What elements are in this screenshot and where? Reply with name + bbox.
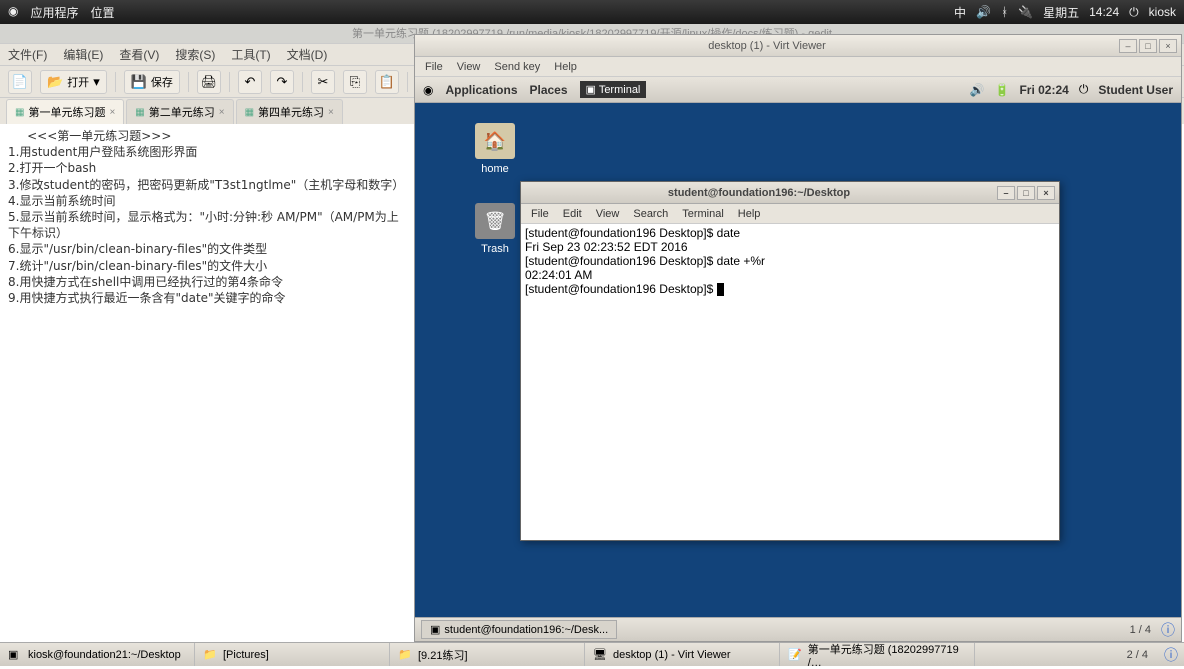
notification-icon[interactable]: ⓘ: [1164, 645, 1178, 665]
virt-menu-help[interactable]: Help: [554, 61, 577, 73]
inner-taskbar: ▣ student@foundation196:~/Desk... 1 / 4 …: [415, 617, 1181, 641]
gnome-foot-icon: ◉: [8, 4, 18, 21]
minimize-button[interactable]: –: [997, 186, 1015, 200]
bluetooth-icon[interactable]: ᚼ: [1001, 5, 1008, 19]
terminal-taskbutton-icon[interactable]: ▣ Terminal: [580, 81, 647, 98]
terminal-window: student@foundation196:~/Desktop – □ × Fi…: [520, 181, 1060, 541]
menu-edit[interactable]: 编辑(E): [63, 46, 103, 63]
task-kiosk-terminal[interactable]: ▣kiosk@foundation21:~/Desktop: [0, 643, 195, 666]
minimize-button[interactable]: –: [1119, 39, 1137, 53]
time-label: 14:24: [1089, 5, 1119, 19]
tab-2[interactable]: ▦第二单元练习×: [126, 99, 233, 124]
term-menu-help[interactable]: Help: [738, 208, 761, 220]
day-label: 星期五: [1043, 4, 1079, 21]
task-virtviewer[interactable]: 🖥desktop (1) - Virt Viewer: [585, 643, 780, 666]
document-icon: ▦: [15, 107, 24, 118]
menu-docs[interactable]: 文档(D): [287, 46, 328, 63]
folder-icon: 🏠: [475, 123, 515, 159]
trash-desktop-icon[interactable]: 🗑 Trash: [465, 203, 525, 255]
trash-icon: 🗑: [475, 203, 515, 239]
virt-viewer-window: desktop (1) - Virt Viewer – □ × File Vie…: [414, 34, 1182, 642]
outer-workspace-indicator[interactable]: 2 / 4: [1117, 649, 1158, 661]
cut-icon[interactable]: ✂: [311, 70, 335, 94]
volume-icon[interactable]: 🔊: [970, 83, 985, 97]
menu-view[interactable]: 查看(V): [119, 46, 159, 63]
inner-time: Fri 02:24: [1019, 83, 1068, 97]
folder-icon: 📁: [203, 648, 217, 662]
terminal-menubar: File Edit View Search Terminal Help: [521, 204, 1059, 224]
volume-icon[interactable]: 🔊: [976, 5, 991, 19]
terminal-titlebar[interactable]: student@foundation196:~/Desktop – □ ×: [521, 182, 1059, 204]
outer-taskbar: ▣kiosk@foundation21:~/Desktop 📁[Pictures…: [0, 642, 1184, 666]
cursor-icon: [717, 283, 724, 296]
virt-menu-view[interactable]: View: [457, 61, 481, 73]
home-desktop-icon[interactable]: 🏠 home: [465, 123, 525, 175]
terminal-title-text: student@foundation196:~/Desktop: [521, 187, 997, 199]
print-icon[interactable]: 🖨: [197, 70, 221, 94]
ime-indicator[interactable]: 中: [954, 4, 966, 21]
network-icon[interactable]: 🔌: [1018, 5, 1033, 19]
terminal-icon: ▣: [8, 648, 22, 662]
open-icon[interactable]: 📂 打开 ▾: [40, 70, 107, 94]
menu-file[interactable]: 文件(F): [8, 46, 47, 63]
inner-task-terminal[interactable]: ▣ student@foundation196:~/Desk...: [421, 620, 617, 639]
notification-icon[interactable]: ⓘ: [1161, 620, 1175, 640]
inner-places-menu[interactable]: Places: [530, 83, 568, 97]
tab-3[interactable]: ▦第四单元练习×: [236, 99, 343, 124]
undo-icon[interactable]: ↶: [238, 70, 262, 94]
maximize-button[interactable]: □: [1017, 186, 1035, 200]
task-921[interactable]: 📁[9.21练习]: [390, 643, 585, 666]
term-menu-view[interactable]: View: [596, 208, 620, 220]
inner-desktop[interactable]: 🏠 home 🗑 Trash student@foundation196:~/D…: [415, 103, 1181, 617]
copy-icon[interactable]: ⎘: [343, 70, 367, 94]
terminal-content[interactable]: [student@foundation196 Desktop]$ date Fr…: [521, 224, 1059, 298]
outer-top-panel: ◉ 应用程序 位置 中 🔊 ᚼ 🔌 星期五 14:24 ⏻ kiosk: [0, 0, 1184, 24]
power-icon[interactable]: ⏻: [1079, 82, 1089, 97]
gedit-icon: 📝: [788, 648, 802, 662]
maximize-button[interactable]: □: [1139, 39, 1157, 53]
menu-search[interactable]: 搜索(S): [175, 46, 215, 63]
gedit-editor[interactable]: <<<第一单元练习题>>> 1.用student用户登陆系统图形界面 2.打开一…: [0, 124, 414, 616]
term-menu-file[interactable]: File: [531, 208, 549, 220]
virt-menubar: File View Send key Help: [415, 57, 1181, 77]
redo-icon[interactable]: ↷: [270, 70, 294, 94]
menu-tools[interactable]: 工具(T): [231, 46, 270, 63]
close-button[interactable]: ×: [1159, 39, 1177, 53]
apps-menu[interactable]: 应用程序: [30, 4, 78, 21]
close-button[interactable]: ×: [1037, 186, 1055, 200]
term-menu-terminal[interactable]: Terminal: [682, 208, 724, 220]
battery-icon[interactable]: 🔋: [995, 83, 1010, 97]
user-label[interactable]: kiosk: [1149, 5, 1176, 19]
virt-menu-sendkey[interactable]: Send key: [494, 61, 540, 73]
document-icon: ▦: [135, 107, 144, 118]
paste-icon[interactable]: 📋: [375, 70, 399, 94]
close-icon[interactable]: ×: [219, 107, 225, 118]
task-gedit[interactable]: 📝第一单元练习题 (18202997719 /…: [780, 643, 975, 666]
gnome-foot-icon: ◉: [423, 83, 433, 97]
places-menu[interactable]: 位置: [91, 4, 115, 21]
save-icon[interactable]: 💾 保存: [124, 70, 180, 94]
inner-top-panel: ◉ Applications Places ▣ Terminal 🔊 🔋 Fri…: [415, 77, 1181, 103]
new-file-icon[interactable]: 📄: [8, 70, 32, 94]
virt-title-text: desktop (1) - Virt Viewer: [415, 40, 1119, 52]
inner-workspace-indicator[interactable]: 1 / 4: [1130, 624, 1157, 636]
virt-titlebar[interactable]: desktop (1) - Virt Viewer – □ ×: [415, 35, 1181, 57]
document-icon: ▦: [245, 107, 254, 118]
virt-menu-file[interactable]: File: [425, 61, 443, 73]
monitor-icon: 🖥: [593, 648, 607, 662]
task-pictures[interactable]: 📁[Pictures]: [195, 643, 390, 666]
terminal-icon: ▣: [430, 623, 440, 636]
term-menu-edit[interactable]: Edit: [563, 208, 582, 220]
folder-icon: 📁: [398, 648, 412, 662]
close-icon[interactable]: ×: [109, 107, 115, 118]
close-icon[interactable]: ×: [328, 107, 334, 118]
term-menu-search[interactable]: Search: [633, 208, 668, 220]
tab-1[interactable]: ▦第一单元练习题×: [6, 99, 124, 124]
inner-user[interactable]: Student User: [1098, 83, 1173, 97]
power-icon[interactable]: ⏻: [1129, 5, 1139, 20]
inner-apps-menu[interactable]: Applications: [445, 83, 517, 97]
